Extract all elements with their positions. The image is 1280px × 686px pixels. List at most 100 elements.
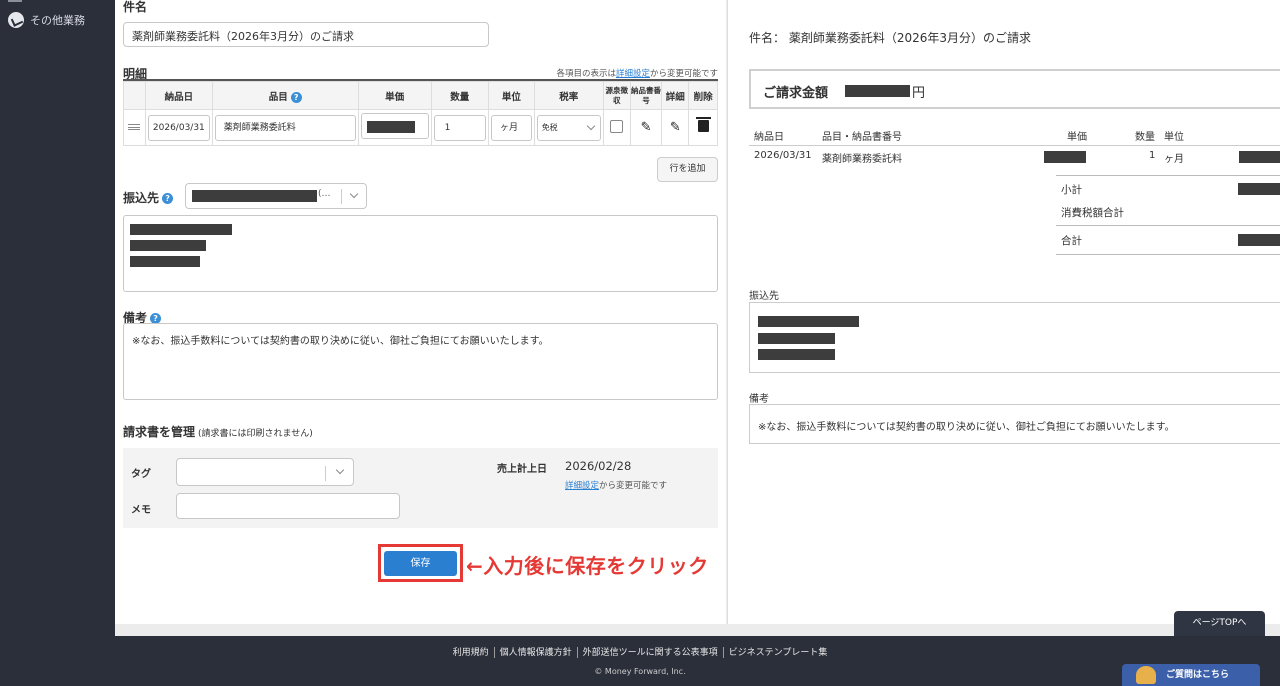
quantity-input[interactable]: 1 [433, 114, 487, 141]
footer-link-external-tools[interactable]: 外部送信ツールに関する公表事項 [578, 648, 723, 658]
drag-handle-icon[interactable] [128, 124, 141, 130]
main-area: 件名 薬剤師業務委託料（2026年3月分）のご請求 明細 各項目の表示は詳細設定… [115, 0, 1280, 636]
pencil-icon[interactable]: ✎ [670, 120, 681, 135]
details-note: 各項目の表示は詳細設定から変更可能です [556, 67, 718, 79]
col-delivery-number: 納品書番号 [629, 81, 663, 110]
col-unit: 単位 [488, 81, 535, 110]
sidebar: その他業務 [0, 0, 115, 686]
col-tax: 税率 [533, 81, 604, 110]
drag-cell [123, 109, 146, 146]
memo-label: メモ [131, 505, 151, 516]
tag-select[interactable] [176, 458, 354, 486]
redacted-price [366, 121, 415, 133]
preview-total-box: ご請求金額 円 [749, 69, 1280, 109]
col-detail: 詳細 [661, 81, 690, 110]
preview-tax-label: 消費税額合計 [1061, 207, 1124, 219]
date-cell: 2026/03/31 [144, 109, 213, 146]
save-highlight: 保存 [378, 544, 463, 582]
manage-label: 請求書を管理 (請求書には印刷されません) [123, 423, 313, 440]
preview-row-item: 薬剤師業務委託料 [822, 154, 902, 165]
sidebar-item-other-business[interactable]: その他業務 [8, 12, 85, 28]
withholding-cell [602, 109, 631, 146]
withholding-checkbox[interactable] [610, 119, 624, 133]
remarks-textarea[interactable]: ※なお、振込手数料については契約書の取り決めに従い、御社ご負担にてお願いいたしま… [123, 323, 718, 400]
chevron-down-icon [349, 189, 359, 199]
preview-total-row-label: 合計 [1061, 235, 1082, 247]
select-divider [325, 466, 326, 481]
manage-label-text: 請求書を管理 [123, 425, 196, 439]
bank-select-suffix: (… [318, 189, 331, 199]
delivery-number-cell: ✎ [629, 109, 663, 146]
preview-col-qty: 数量 [1135, 132, 1155, 143]
col-delete: 削除 [688, 81, 718, 110]
save-button[interactable]: 保存 [384, 551, 457, 576]
pencil-icon[interactable]: ✎ [641, 120, 652, 135]
preview-remarks-label: 備考 [749, 394, 769, 405]
redacted-line [130, 256, 200, 267]
preview-col-unit: 単位 [1164, 132, 1184, 143]
col-withholding: 源泉徴収 [602, 81, 631, 110]
redacted-line [758, 349, 835, 360]
select-divider [341, 189, 342, 204]
tax-select[interactable]: 免税 [536, 114, 601, 141]
price-input[interactable] [360, 113, 429, 139]
quantity-cell: 1 [430, 109, 490, 146]
subject-input[interactable]: 薬剤師業務委託料（2026年3月分）のご請求 [123, 22, 489, 47]
tax-value: 免税 [541, 122, 558, 132]
manage-note: (請求書には印刷されません) [198, 429, 313, 439]
invoice-preview: 件名： 薬剤師業務委託料（2026年3月分）のご請求 ご請求金額 円 納品日 品… [727, 0, 1280, 624]
tag-label: タグ [131, 469, 151, 480]
add-row-button[interactable]: 行を追加 [657, 157, 718, 182]
unit-input[interactable]: ヶ月 [491, 114, 532, 141]
help-icon[interactable]: ? [290, 91, 302, 103]
preview-row-qty: 1 [1149, 150, 1156, 161]
redacted-total-amount [1238, 234, 1280, 246]
menu-divider [8, 0, 22, 2]
divider [1056, 175, 1280, 176]
bank-select[interactable]: (… [185, 183, 367, 209]
date-input[interactable]: 2026/03/31 [147, 114, 210, 141]
save-hint-annotation: ←入力後に保存をクリック [466, 554, 709, 578]
sales-note-suffix: から変更可能です [599, 481, 668, 491]
trash-icon[interactable] [695, 117, 711, 132]
footer-links: 利用規約 個人情報保護方針 外部送信ツールに関する公表事項 ビジネステンプレート集 [115, 645, 1165, 658]
sales-date-value: 2026/02/28 [565, 459, 632, 473]
footer-link-templates[interactable]: ビジネステンプレート集 [724, 648, 833, 658]
preview-col-price: 単価 [1067, 132, 1087, 143]
detail-settings-link[interactable]: 詳細設定 [616, 69, 650, 79]
price-cell [357, 109, 432, 146]
detail-cell: ✎ [661, 109, 690, 146]
col-price: 単価 [357, 81, 432, 110]
preview-subject: 件名： 薬剤師業務委託料（2026年3月分）のご請求 [749, 31, 1031, 45]
redacted-line [758, 333, 835, 344]
help-chat-button[interactable]: ご質問はこちら [1122, 664, 1260, 686]
chevron-down-icon [586, 121, 596, 130]
sidebar-item-label: その他業務 [30, 14, 85, 27]
manage-box: タグ メモ 売上計上日 2026/02/28 詳細設定から変更可能です [123, 448, 718, 528]
redacted-amount [1239, 151, 1280, 163]
divider [1056, 254, 1280, 255]
preview-row-date: 2026/03/31 [754, 150, 812, 161]
tax-cell: 免税 [533, 109, 604, 146]
redacted-bank-name [192, 190, 317, 202]
chevron-down-icon [335, 465, 345, 475]
drag-col-header [123, 81, 146, 110]
invoice-form: 件名 薬剤師業務委託料（2026年3月分）のご請求 明細 各項目の表示は詳細設定… [115, 0, 726, 624]
footer-link-privacy[interactable]: 個人情報保護方針 [495, 648, 577, 658]
sales-settings-link[interactable]: 詳細設定 [565, 481, 599, 491]
bank-details-textarea[interactable] [123, 215, 718, 292]
delete-cell [688, 109, 718, 146]
preview-bank-label: 振込先 [749, 291, 779, 302]
help-icon[interactable]: ? [162, 193, 174, 204]
subject-label: 件名 [123, 0, 148, 14]
details-note-prefix: 各項目の表示は [556, 69, 616, 79]
item-input[interactable]: 薬剤師業務委託料 [214, 114, 356, 141]
preview-col-item: 品目・納品書番号 [822, 132, 902, 143]
memo-input[interactable] [176, 493, 400, 519]
footer-link-terms[interactable]: 利用規約 [448, 648, 494, 658]
page-top-button[interactable]: ページTOPへ [1174, 611, 1265, 636]
item-cell: 薬剤師業務委託料 [211, 109, 359, 146]
preview-subtotal-label: 小計 [1061, 184, 1082, 196]
preview-bank-box [749, 302, 1280, 373]
redacted-line [758, 316, 859, 327]
